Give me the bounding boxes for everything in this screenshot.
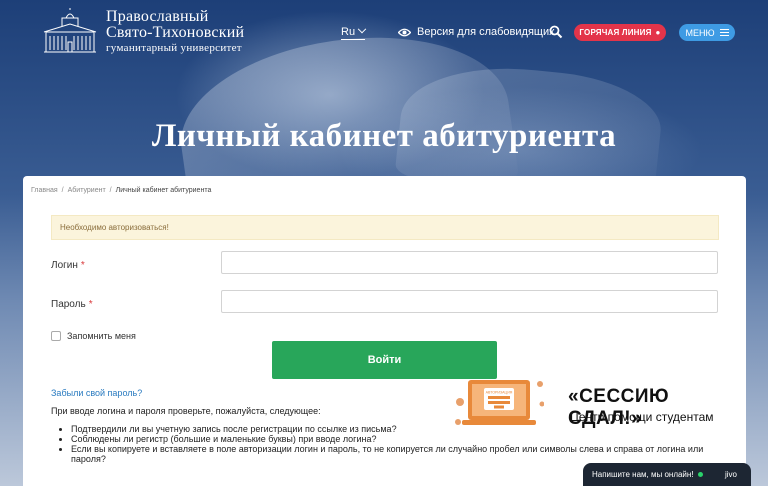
breadcrumb-home[interactable]: Главная	[31, 187, 58, 194]
eye-icon	[398, 28, 411, 36]
list-item: Если вы копируете и вставляете в поле ав…	[71, 444, 711, 464]
login-label: Логин *	[51, 260, 85, 271]
promo-subtitle: Центр помощи студентам	[570, 410, 714, 424]
menu-button[interactable]: МЕНЮ	[679, 24, 735, 41]
page-title: Личный кабинет абитуриента	[151, 118, 617, 154]
breadcrumb-applicant[interactable]: Абитуриент	[68, 187, 106, 194]
hotline-label: ГОРЯЧАЯ ЛИНИЯ	[579, 28, 652, 37]
search-icon[interactable]	[549, 25, 563, 39]
remember-me-checkbox[interactable]: Запомнить меня	[51, 331, 136, 341]
required-mark: *	[88, 299, 93, 310]
chat-brand: jivo	[724, 470, 737, 479]
online-status-icon	[697, 472, 703, 477]
login-label-text: Логин	[51, 260, 78, 271]
password-label-text: Пароль	[51, 299, 86, 310]
promo-card-label: АВТОРИЗАЦИЯ	[486, 391, 513, 395]
hamburger-icon	[719, 29, 729, 36]
remember-me-label: Запомнить меня	[67, 331, 136, 341]
checkbox-box[interactable]	[51, 331, 61, 341]
logo-line-3: гуманитарный университет	[106, 41, 242, 54]
breadcrumb-separator: /	[61, 187, 64, 194]
instructions-intro: При вводе логина и пароля проверьте, пож…	[51, 406, 321, 416]
breadcrumb-current: Личный кабинет абитуриента	[115, 187, 212, 194]
auth-required-alert: Необходимо авторизоваться!	[51, 215, 719, 240]
chevron-down-icon	[357, 24, 367, 34]
breadcrumb-separator: /	[109, 187, 112, 194]
login-input[interactable]	[221, 251, 718, 274]
promo-banner[interactable]: АВТОРИЗАЦИЯ «СЕССИЮ СДАЛ!» Центр помощи …	[444, 366, 744, 440]
password-input[interactable]	[221, 290, 718, 313]
forgot-password-link[interactable]: Забыли свой пароль?	[51, 388, 142, 398]
chat-widget[interactable]: Напишите нам, мы онлайн! jivo	[583, 463, 751, 486]
password-label: Пароль *	[51, 299, 93, 310]
top-navigation: Ru Версия для слабовидящих ГОРЯЧАЯ ЛИНИЯ…	[0, 23, 768, 43]
breadcrumb: Главная / Абитуриент / Личный кабинет аб…	[31, 187, 211, 194]
required-mark: *	[80, 260, 85, 271]
menu-label: МЕНЮ	[685, 27, 715, 38]
flame-icon: ●	[655, 28, 661, 37]
language-switcher[interactable]: Ru	[341, 24, 367, 40]
chat-label: Напишите нам, мы онлайн!	[592, 470, 694, 479]
hotline-button[interactable]: ГОРЯЧАЯ ЛИНИЯ ●	[574, 24, 666, 41]
low-vision-label: Версия для слабовидящих	[417, 26, 555, 38]
laptop-illustration: АВТОРИЗАЦИЯ	[455, 380, 544, 425]
low-vision-toggle[interactable]: Версия для слабовидящих	[398, 26, 555, 38]
language-label: Ru	[341, 26, 356, 38]
